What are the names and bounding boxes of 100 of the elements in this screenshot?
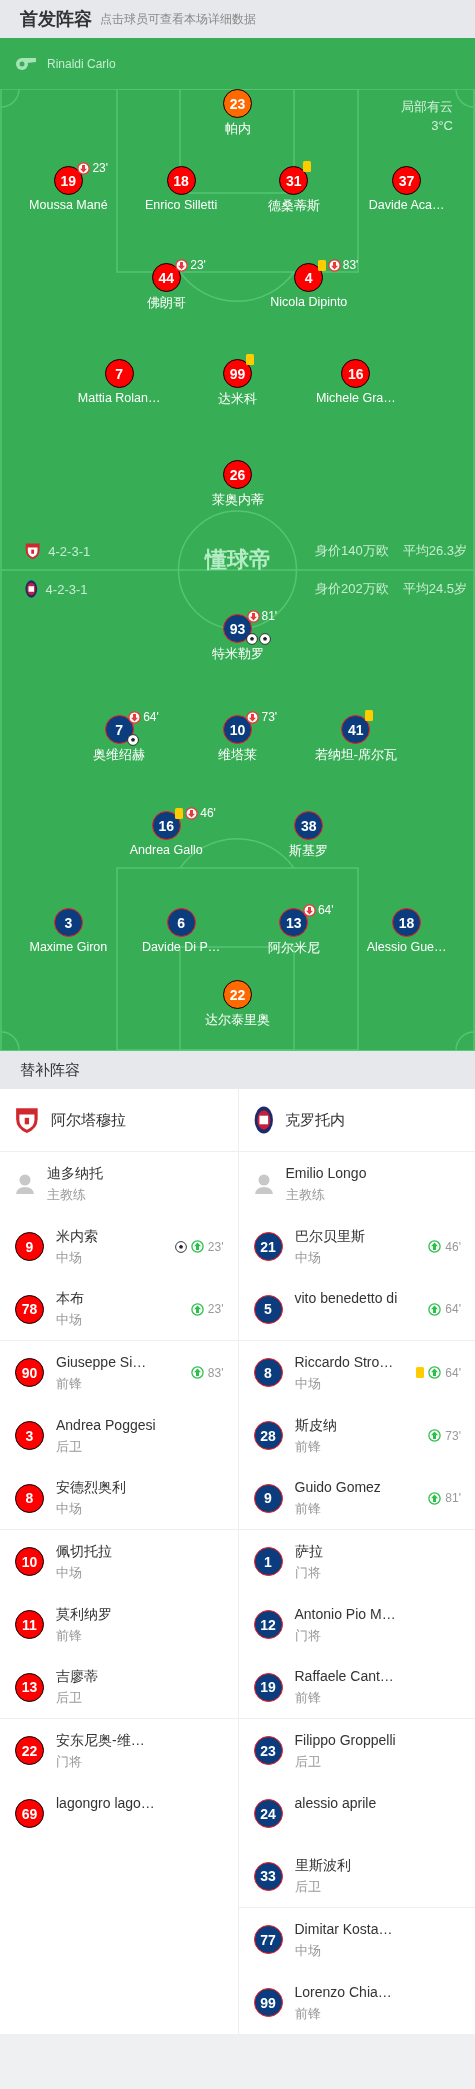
player-name[interactable]: Andrea Poggesi [56, 1414, 224, 1435]
minute-label: 64' [317, 903, 334, 917]
substitution-out-icon [175, 258, 189, 272]
market-value-label: 身价140万欧 [315, 542, 389, 560]
coach-name[interactable]: 迪多纳托 [47, 1162, 224, 1183]
position-label: 中场 [56, 1500, 83, 1518]
person-placeholder-icon [15, 1172, 35, 1195]
jersey-number[interactable]: 24 [253, 1799, 283, 1828]
minute-label: 64' [445, 1302, 461, 1316]
position-label: 前锋 [294, 1500, 322, 1518]
booking-card-icon [317, 259, 326, 271]
section-title: 替补阵容 [20, 1060, 80, 1080]
player-name[interactable]: Antonio Pio M… [294, 1603, 461, 1624]
jersey-number[interactable]: 99 [223, 359, 252, 388]
jersey-number[interactable]: 10 [15, 1547, 44, 1576]
player-name[interactable]: 斯皮纳 [294, 1414, 417, 1435]
jersey-number[interactable]: 33 [253, 1861, 283, 1891]
player-name[interactable]: Giuseppe Si… [56, 1351, 179, 1372]
jersey-number[interactable]: 41 [341, 715, 371, 744]
jersey-number[interactable]: 3 [15, 1421, 44, 1450]
jersey-number[interactable]: 9 [15, 1232, 44, 1261]
jersey-number[interactable]: 18 [392, 908, 422, 937]
player-name[interactable]: 安东尼奥-维… [56, 1729, 224, 1750]
minute-label: 81' [445, 1491, 461, 1505]
average-age-label: 平均24.5岁 [402, 580, 467, 598]
player-name[interactable]: 里斯波利 [294, 1855, 461, 1875]
player-name[interactable]: 佩切托拉 [56, 1540, 224, 1561]
substitution-in-icon [428, 1240, 442, 1253]
jersey-number[interactable]: 69 [15, 1799, 44, 1828]
jersey-number[interactable]: 16 [151, 811, 181, 840]
jersey-number[interactable]: 31 [279, 166, 309, 195]
position-label: 门将 [56, 1752, 83, 1771]
jersey-number[interactable]: 3 [53, 908, 83, 937]
player-name[interactable]: Lorenzo Chia… [294, 1981, 461, 2002]
position-label: 后卫 [56, 1437, 83, 1456]
average-age-label: 平均26.3岁 [402, 542, 467, 560]
jersey-number[interactable]: 19 [253, 1672, 283, 1702]
jersey-number[interactable]: 18 [166, 166, 196, 195]
player-name[interactable]: 莫利纳罗 [56, 1603, 224, 1624]
position-label: 门将 [294, 1626, 322, 1645]
booking-card-icon [302, 161, 311, 172]
formation-label: 4-2-3-1 [45, 581, 88, 597]
jersey-number[interactable]: 21 [253, 1232, 283, 1261]
position-label: 后卫 [294, 1878, 322, 1896]
player-name[interactable]: lagongro lago… [56, 1792, 224, 1813]
jersey-number[interactable]: 13 [15, 1672, 44, 1702]
minute-label: 81' [261, 609, 278, 623]
minute-label: 23' [92, 161, 108, 175]
jersey-number[interactable]: 6 [166, 908, 196, 937]
jersey-number[interactable]: 37 [392, 166, 422, 195]
jersey-number[interactable]: 1 [253, 1547, 283, 1576]
player-name[interactable]: 吉廖蒂 [56, 1666, 224, 1686]
jersey-number[interactable]: 78 [15, 1294, 44, 1324]
player-name[interactable]: 安德烈奥利 [56, 1477, 224, 1497]
jersey-number[interactable]: 38 [294, 811, 324, 840]
jersey-number[interactable]: 28 [253, 1421, 283, 1450]
jersey-number[interactable]: 26 [223, 460, 252, 489]
player-name[interactable]: 萨拉 [294, 1540, 461, 1561]
jersey-number[interactable]: 22 [15, 1736, 44, 1765]
jersey-number[interactable]: 8 [253, 1358, 283, 1387]
player-name[interactable]: 本布 [56, 1288, 179, 1308]
jersey-number[interactable]: 11 [15, 1610, 44, 1639]
player-name[interactable]: Raffaele Cant… [294, 1666, 461, 1686]
jersey-number[interactable]: 8 [15, 1483, 44, 1513]
oval-crest-icon [253, 1106, 274, 1134]
player-name[interactable]: vito benedetto di [294, 1288, 417, 1308]
jersey-number[interactable]: 12 [253, 1610, 283, 1639]
jersey-number[interactable]: 44 [151, 263, 181, 292]
jersey-number[interactable]: 10 [223, 715, 252, 744]
substitution-in-icon [428, 1366, 442, 1379]
jersey-number[interactable]: 9 [253, 1483, 283, 1513]
jersey-number[interactable]: 4 [294, 263, 324, 292]
jersey-number[interactable]: 7 [104, 359, 134, 388]
temperature-label: 3°C [431, 117, 453, 135]
position-label: 前锋 [56, 1626, 83, 1645]
position-label: 中场 [56, 1563, 83, 1582]
position-label: 中场 [56, 1311, 83, 1329]
hint-text: 点击球员可查看本场详细数据 [100, 11, 256, 27]
jersey-number[interactable]: 16 [341, 359, 371, 388]
jersey-number[interactable]: 99 [253, 1988, 283, 2017]
player-name[interactable]: Dimitar Kosta… [294, 1918, 461, 1939]
player-name[interactable]: 巴尔贝里斯 [294, 1225, 417, 1246]
jersey-number[interactable]: 90 [15, 1358, 44, 1387]
coach-name[interactable]: Emilio Longo [285, 1162, 461, 1183]
jersey-number[interactable]: 77 [253, 1925, 283, 1954]
minute-label: 83' [342, 258, 359, 272]
football-icon [258, 633, 271, 645]
jersey-number[interactable]: 5 [253, 1294, 283, 1324]
minute-label: 46' [200, 806, 216, 820]
jersey-number[interactable]: 19 [53, 166, 83, 195]
jersey-number[interactable]: 23 [253, 1736, 283, 1765]
player-name[interactable]: Filippo Groppelli [294, 1729, 461, 1750]
player-name[interactable]: alessio aprile [294, 1792, 461, 1813]
player-name[interactable]: Riccardo Stro… [294, 1351, 405, 1372]
player-name[interactable]: Guido Gomez [294, 1477, 417, 1497]
player-name[interactable]: 米内索 [56, 1225, 163, 1246]
jersey-number[interactable]: 13 [279, 908, 309, 937]
substitution-in-icon [428, 1491, 442, 1505]
position-label: 后卫 [56, 1689, 83, 1707]
substitution-out-icon [185, 806, 199, 820]
